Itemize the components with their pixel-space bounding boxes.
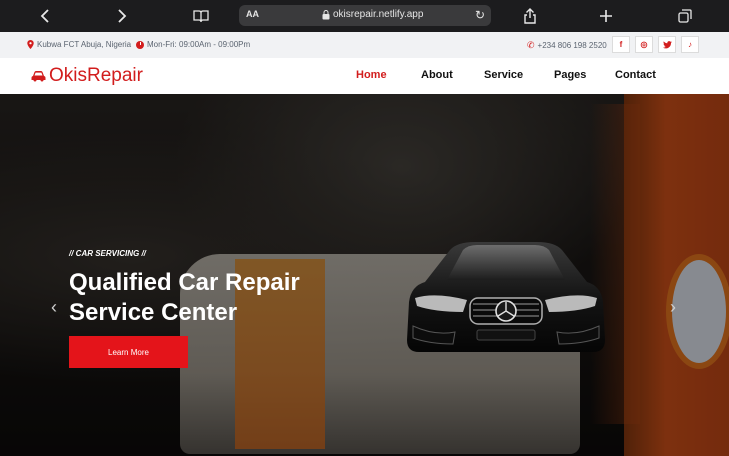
- text-size-button[interactable]: AA: [246, 9, 259, 19]
- main-nav: OkisRepair Home About Service Pages Cont…: [0, 58, 729, 94]
- nav-pages[interactable]: Pages: [554, 69, 586, 81]
- hero-carousel: ‹ › // CAR SERVICING // Qualified Car Re…: [0, 94, 729, 456]
- tiktok-icon[interactable]: ♪: [681, 36, 699, 53]
- map-pin-icon: [27, 40, 34, 49]
- nav-home[interactable]: Home: [356, 69, 387, 81]
- twitter-icon[interactable]: [658, 36, 676, 53]
- carousel-prev-button[interactable]: ‹: [51, 297, 57, 318]
- nav-about[interactable]: About: [421, 69, 453, 81]
- hours-info: Mon-Fri: 09:00Am - 09:00Pm: [136, 40, 250, 49]
- clock-icon: [136, 40, 144, 49]
- browser-toolbar: AA okisrepair.netlify.app ↻: [0, 0, 729, 32]
- location-info: Kubwa FCT Abuja, Nigeria: [27, 40, 131, 49]
- brand-logo[interactable]: OkisRepair: [31, 65, 143, 87]
- share-icon[interactable]: [520, 6, 540, 26]
- address-bar[interactable]: AA okisrepair.netlify.app ↻: [239, 5, 491, 26]
- tabs-icon[interactable]: [675, 6, 695, 26]
- phone-text[interactable]: +234 806 198 2520: [538, 41, 607, 50]
- brand-name: OkisRepair: [49, 65, 143, 86]
- facebook-icon[interactable]: f: [612, 36, 630, 53]
- hero-tagline: // CAR SERVICING //: [69, 249, 146, 258]
- location-text: Kubwa FCT Abuja, Nigeria: [37, 40, 132, 49]
- nav-contact[interactable]: Contact: [615, 69, 656, 81]
- plus-icon[interactable]: [596, 6, 616, 26]
- car-icon: [31, 71, 46, 82]
- book-icon[interactable]: [191, 6, 211, 26]
- reload-icon[interactable]: ↻: [475, 8, 485, 22]
- phone-icon: ✆: [527, 40, 535, 50]
- forward-icon[interactable]: [112, 6, 132, 26]
- carousel-next-button[interactable]: ›: [670, 297, 676, 318]
- hero-title: Qualified Car Repair Service Center: [69, 269, 300, 326]
- instagram-icon[interactable]: ◎: [635, 36, 653, 53]
- car-image: [407, 242, 605, 352]
- lock-icon: [322, 10, 330, 20]
- back-icon[interactable]: [35, 6, 55, 26]
- learn-more-button[interactable]: Learn More: [69, 336, 188, 368]
- nav-service[interactable]: Service: [484, 69, 523, 81]
- hours-text: Mon-Fri: 09:00Am - 09:00Pm: [147, 40, 251, 49]
- phone-info[interactable]: ✆ +234 806 198 2520: [527, 40, 607, 51]
- url-text: okisrepair.netlify.app: [333, 9, 424, 20]
